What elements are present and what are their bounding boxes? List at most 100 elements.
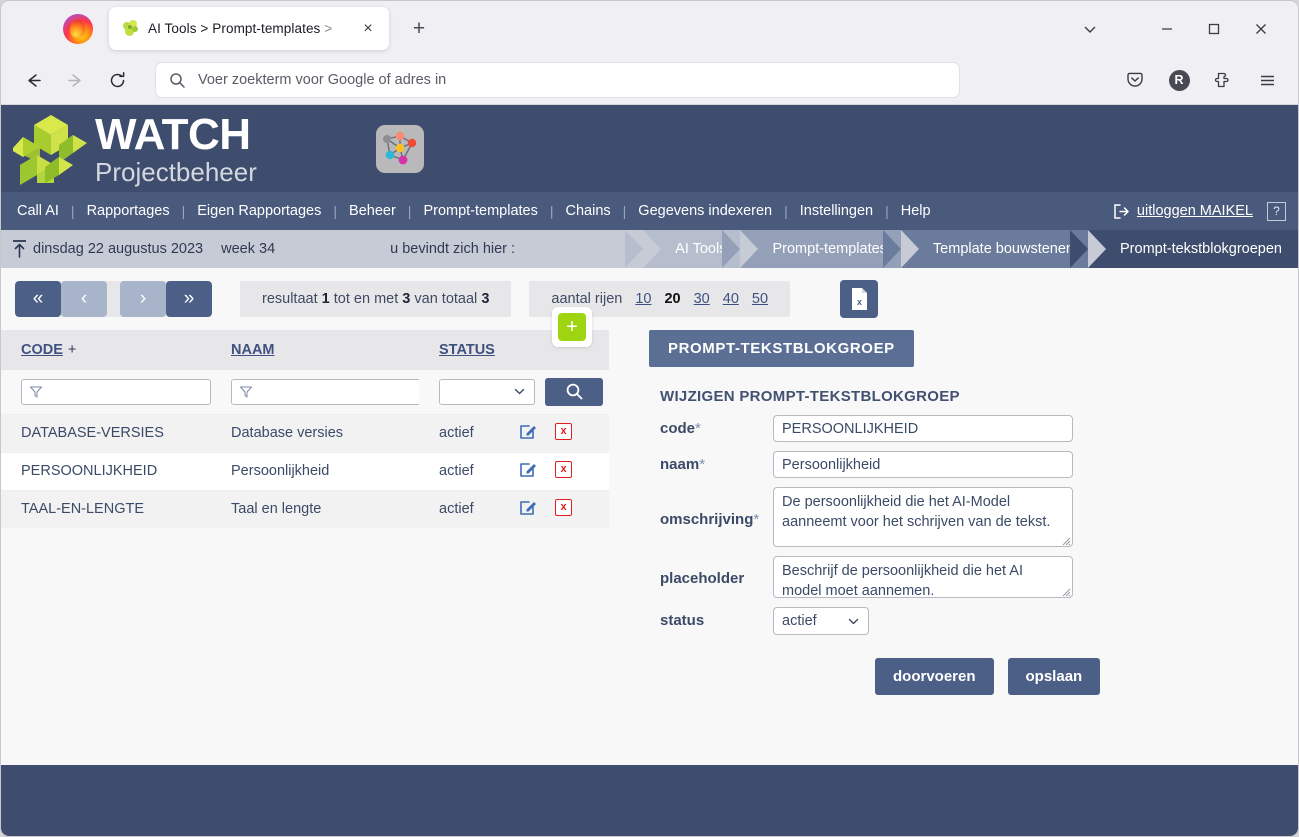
delete-icon[interactable]: x — [555, 422, 572, 440]
cell-code: DATABASE-VERSIES — [1, 413, 211, 452]
form-panel-title: PROMPT-TEKSTBLOKGROEP — [649, 330, 914, 367]
reload-button[interactable] — [99, 64, 135, 97]
menu-item-rapportages[interactable]: Rapportages — [85, 203, 172, 219]
textarea-omschrijving[interactable]: De persoonlijkheid die het AI-Model aann… — [773, 487, 1073, 547]
field-row-placeholder: placeholder Beschrijf de persoonlijkheid… — [649, 556, 1298, 599]
field-row-omschrijving: omschrijving* De persoonlijkheid die het… — [649, 487, 1298, 547]
delete-icon[interactable]: x — [555, 460, 572, 478]
column-header-naam[interactable]: NAAM — [211, 330, 419, 370]
minimize-icon[interactable] — [1143, 8, 1190, 50]
rows-option-40[interactable]: 40 — [723, 291, 739, 307]
menu-separator: | — [549, 203, 554, 219]
tab-strip: AI Tools > Prompt-templates > × + — [1, 1, 1298, 56]
breadcrumb: dinsdag 22 augustus 2023 week 34 u bevin… — [1, 230, 1298, 268]
delete-icon[interactable]: x — [555, 498, 572, 516]
menu-separator: | — [333, 203, 338, 219]
edit-icon[interactable] — [519, 498, 537, 516]
menu-item-beheer[interactable]: Beheer — [347, 203, 398, 219]
new-tab-button[interactable]: + — [403, 13, 435, 45]
table-row[interactable]: DATABASE-VERSIES Database versies actief… — [1, 413, 610, 452]
pocket-icon[interactable] — [1118, 64, 1152, 97]
logo-title: WATCH — [95, 109, 251, 159]
rows-option-20[interactable]: 20 — [664, 291, 680, 307]
label-placeholder: placeholder — [660, 570, 745, 587]
window-controls — [1066, 1, 1298, 56]
last-page-button[interactable]: » — [166, 281, 212, 317]
prev-page-button[interactable]: ‹ — [61, 281, 107, 317]
column-header-code[interactable]: CODE + — [1, 330, 211, 370]
table-row[interactable]: PERSOONLIJKHEID Persoonlijkheid actief x — [1, 451, 610, 490]
sort-link-code[interactable]: CODE — [21, 342, 63, 358]
cell-naam: Database versies — [211, 413, 419, 452]
logout-link[interactable]: uitloggen MAIKEL — [1137, 203, 1253, 219]
menu-item-prompt-templates[interactable]: Prompt-templates — [421, 203, 539, 219]
rows-option-30[interactable]: 30 — [694, 291, 710, 307]
menu-item-gegevens-indexeren[interactable]: Gegevens indexeren — [636, 203, 774, 219]
first-page-button[interactable]: « — [15, 281, 61, 317]
edit-icon[interactable] — [519, 422, 537, 440]
close-icon[interactable]: × — [358, 19, 378, 39]
cell-naam: Persoonlijkheid — [211, 451, 419, 490]
cell-naam: Taal en lengte — [211, 489, 419, 528]
url-bar[interactable]: Voer zoekterm voor Google of adres in — [155, 62, 960, 98]
search-button[interactable] — [545, 377, 603, 406]
filter-input-code[interactable] — [21, 378, 211, 405]
table-row[interactable]: TAAL-EN-LENGTE Taal en lengte actief x — [1, 489, 610, 528]
save-button[interactable]: opslaan — [1007, 658, 1101, 695]
forward-button[interactable] — [57, 64, 93, 97]
cell-status: actief — [419, 489, 519, 528]
breadcrumb-item-template-bouwstenen[interactable]: Template bouwstenen — [882, 230, 1088, 268]
sort-link-naam[interactable]: NAAM — [231, 342, 275, 358]
add-button[interactable]: + — [558, 313, 586, 341]
browser-tab[interactable]: AI Tools > Prompt-templates > × — [109, 7, 389, 50]
up-arrow-icon[interactable] — [11, 239, 28, 259]
neural-network-icon[interactable] — [375, 124, 424, 173]
breadcrumb-item-prompt-tekstblokgroepen[interactable]: Prompt-tekstblokgroepen — [1070, 230, 1298, 268]
rows-option-50[interactable]: 50 — [752, 291, 768, 307]
next-page-button[interactable]: › — [120, 281, 166, 317]
puzzle-piece-icon[interactable] — [1206, 64, 1240, 97]
menu-item-help[interactable]: Help — [899, 203, 933, 219]
resize-grip-icon[interactable] — [1059, 585, 1071, 597]
pager-gap — [107, 281, 120, 317]
menu-item-eigen-rapportages[interactable]: Eigen Rapportages — [195, 203, 323, 219]
input-naam[interactable]: Persoonlijkheid — [773, 451, 1073, 478]
logout-arrow-icon[interactable] — [1112, 203, 1131, 220]
cube-logo-icon — [11, 111, 89, 187]
maximize-icon[interactable] — [1190, 8, 1237, 50]
add-record-card: + — [552, 307, 592, 347]
sort-link-status[interactable]: STATUS — [439, 342, 495, 358]
menu-item-chains[interactable]: Chains — [564, 203, 613, 219]
menu-separator: | — [784, 203, 788, 219]
logo-subtitle: Projectbeheer — [95, 156, 257, 187]
chevron-down-icon[interactable] — [1066, 8, 1113, 50]
account-avatar[interactable]: R — [1162, 64, 1196, 97]
cell-status: actief — [419, 413, 519, 452]
resize-grip-icon[interactable] — [1059, 534, 1071, 546]
menu-separator: | — [181, 203, 186, 219]
hamburger-menu-icon[interactable] — [1250, 64, 1284, 97]
menu-item-call-ai[interactable]: Call AI — [15, 203, 61, 219]
label-code: code* — [660, 420, 701, 437]
filter-input-naam[interactable] — [231, 378, 421, 405]
close-window-icon[interactable] — [1237, 8, 1284, 50]
search-icon — [566, 383, 582, 400]
menu-separator: | — [622, 203, 627, 219]
help-icon[interactable]: ? — [1267, 201, 1286, 221]
chevron-down-icon — [848, 618, 859, 624]
excel-export-icon[interactable]: x — [840, 280, 879, 318]
table-body: DATABASE-VERSIES Database versies actief… — [1, 413, 610, 528]
menu-item-instellingen[interactable]: Instellingen — [798, 203, 875, 219]
filter-select-status[interactable] — [439, 378, 535, 405]
textarea-placeholder[interactable]: Beschrijf de persoonlijkheid die het AI … — [773, 556, 1073, 599]
url-input[interactable]: Voer zoekterm voor Google of adres in — [198, 72, 446, 88]
select-status[interactable]: actief — [773, 607, 869, 635]
rows-option-10[interactable]: 10 — [635, 291, 651, 307]
input-code[interactable]: PERSOONLIJKHEID — [773, 415, 1073, 442]
back-button[interactable] — [15, 64, 51, 97]
apply-button[interactable]: doorvoeren — [875, 658, 994, 695]
toolbar-right: R — [1108, 64, 1284, 97]
edit-icon[interactable] — [519, 460, 537, 478]
breadcrumb-item-prompt-templates[interactable]: Prompt-templates — [722, 230, 901, 268]
app-footer — [1, 765, 1298, 836]
